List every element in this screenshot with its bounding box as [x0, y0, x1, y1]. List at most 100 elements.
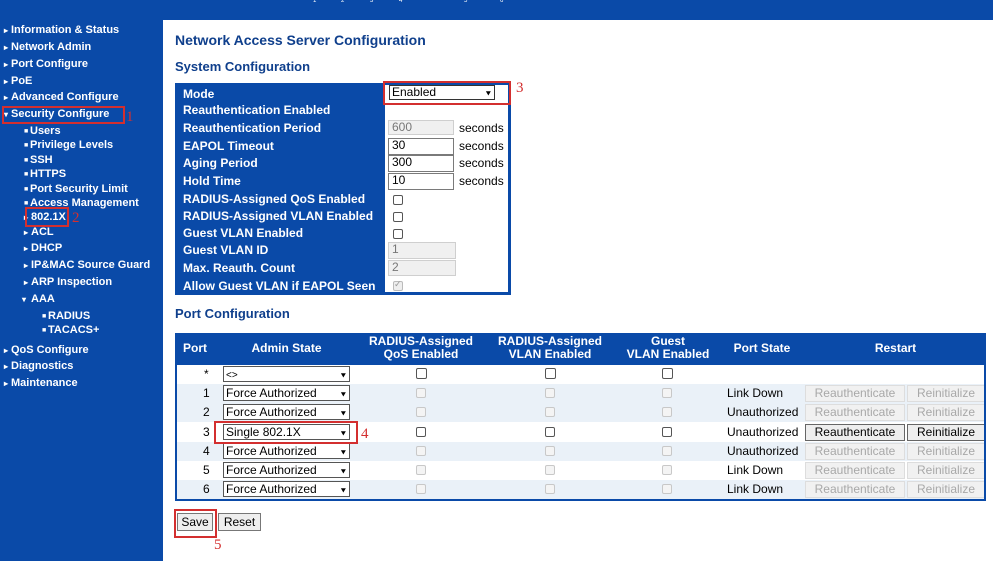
caret-right-icon: ▸	[4, 346, 9, 355]
reauthenticate-button[interactable]: Reauthenticate	[805, 424, 905, 441]
sidebar-item-qos-configure[interactable]: ▸ QoS Configure	[4, 343, 89, 358]
sidebar-item-aaa[interactable]: ▾ AAA	[22, 292, 55, 307]
radius-qos-checkbox[interactable]	[416, 407, 426, 417]
port-cell: 1	[203, 386, 210, 400]
eapol-timeout-input[interactable]: 30	[388, 138, 454, 155]
admin-state-select[interactable]: Force Authorized ⯆	[223, 385, 350, 401]
radius-qos-checkbox[interactable]	[416, 465, 426, 475]
reauthenticate-button[interactable]: Reauthenticate	[805, 481, 905, 498]
radius-qos-checkbox[interactable]	[416, 446, 426, 456]
reinitialize-button[interactable]: Reinitialize	[907, 462, 985, 479]
port-state-cell: Link Down	[727, 386, 784, 400]
sidebar-item-information-status[interactable]: ▸ Information & Status	[4, 23, 119, 38]
radius-vlan-checkbox[interactable]	[393, 212, 403, 222]
annotation-box-3	[383, 81, 511, 105]
reauthenticate-button[interactable]: Reauthenticate	[805, 443, 905, 460]
caret-right-icon: ▸	[24, 261, 29, 270]
radius-vlan-checkbox-all[interactable]	[545, 368, 556, 379]
table-border	[175, 333, 177, 501]
radius-qos-checkbox[interactable]	[393, 195, 403, 205]
annotation-number: 3	[516, 80, 524, 96]
radius-vlan-checkbox[interactable]	[545, 484, 555, 494]
caret-right-icon: ▸	[4, 26, 9, 35]
guest-vlan-enabled-checkbox[interactable]	[393, 229, 403, 239]
guest-vlan-checkbox[interactable]	[662, 407, 672, 417]
header-radius-qos: RADIUS-Assigned QoS Enabled	[368, 334, 473, 361]
header-port: Port	[183, 341, 207, 355]
reinitialize-button[interactable]: Reinitialize	[907, 481, 985, 498]
allow-guest-checkbox[interactable]	[393, 279, 403, 291]
radius-qos-checkbox[interactable]	[416, 388, 426, 398]
reauth-period-input[interactable]: 600	[388, 120, 454, 135]
sidebar: ▸ Information & Status ▸ Network Admin ▸ Po…	[0, 20, 163, 561]
caret-right-icon: ▸	[24, 244, 29, 253]
guest-vlan-checkbox[interactable]	[662, 388, 672, 398]
annotation-number: 1	[126, 109, 134, 125]
sidebar-item-https[interactable]: ■ HTTPS	[24, 167, 66, 182]
header-admin-state: Admin State	[251, 341, 322, 355]
port-state-cell: Unauthorized	[727, 425, 799, 439]
system-config-table: Mode Reauthentication Enabled Reauthenti…	[175, 83, 511, 295]
seconds-unit: seconds	[459, 156, 504, 170]
port-config-heading: Port Configuration	[175, 306, 290, 321]
guest-vlan-checkbox-all[interactable]	[662, 368, 673, 379]
sidebar-item-port-configure[interactable]: ▸ Port Configure	[4, 57, 88, 72]
annotation-box-4	[214, 421, 358, 444]
annotation-number: 5	[214, 537, 222, 553]
max-reauth-input[interactable]: 2	[388, 260, 456, 276]
reauthenticate-button[interactable]: Reauthenticate	[805, 462, 905, 479]
sidebar-item-arp-inspection[interactable]: ▸ ARP Inspection	[24, 275, 112, 290]
admin-state-select[interactable]: Force Authorized ⯆	[223, 481, 350, 497]
chevron-down-icon: ⯆	[339, 371, 347, 381]
sidebar-item-diagnostics[interactable]: ▸ Diagnostics	[4, 359, 73, 374]
reinitialize-button[interactable]: Reinitialize	[907, 404, 985, 421]
sidebar-item-ssh[interactable]: ■ SSH	[24, 153, 53, 168]
radius-vlan-checkbox[interactable]	[545, 388, 555, 398]
radius-qos-checkbox[interactable]	[416, 484, 426, 494]
system-config-heading: System Configuration	[175, 59, 311, 74]
radius-qos-checkbox-all[interactable]	[416, 368, 427, 379]
reauthenticate-button[interactable]: Reauthenticate	[805, 385, 905, 402]
guest-vlan-checkbox[interactable]	[662, 446, 672, 456]
admin-state-select-all[interactable]: <> ⯆	[223, 366, 350, 382]
radius-qos-checkbox[interactable]	[416, 427, 426, 437]
guest-vlan-checkbox[interactable]	[662, 465, 672, 475]
sidebar-item-maintenance[interactable]: ▸ Maintenance	[4, 376, 78, 391]
sidebar-item-radius[interactable]: ■ RADIUS	[42, 309, 90, 324]
sidebar-item-ip-mac-source-guard[interactable]: ▸ IP&MAC Source Guard	[24, 258, 150, 273]
reset-button[interactable]: Reset	[218, 513, 261, 531]
sidebar-item-advanced-configure[interactable]: ▸ Advanced Configure	[4, 90, 119, 105]
hold-time-label: Hold Time	[183, 174, 241, 188]
guest-vlan-id-input[interactable]: 1	[388, 242, 456, 259]
reinitialize-button[interactable]: Reinitialize	[907, 443, 985, 460]
radius-vlan-checkbox[interactable]	[545, 465, 555, 475]
chevron-down-icon: ⯆	[339, 448, 347, 458]
radius-vlan-checkbox[interactable]	[545, 427, 555, 437]
reinitialize-button[interactable]: Reinitialize	[907, 424, 985, 441]
sidebar-item-tacacs[interactable]: ■ TACACS+	[42, 323, 99, 338]
port-cell: 5	[203, 463, 210, 477]
sidebar-item-users[interactable]: ■ Users	[24, 124, 61, 139]
sidebar-item-port-security-limit[interactable]: ■ Port Security Limit	[24, 182, 128, 197]
admin-state-select[interactable]: Force Authorized ⯆	[223, 404, 350, 420]
admin-state-select[interactable]: Force Authorized ⯆	[223, 443, 350, 459]
reinitialize-button[interactable]: Reinitialize	[907, 385, 985, 402]
aging-period-input[interactable]: 300	[388, 155, 454, 172]
radius-vlan-checkbox[interactable]	[545, 407, 555, 417]
port-cell: *	[204, 367, 209, 381]
sidebar-item-privilege-levels[interactable]: ■ Privilege Levels	[24, 138, 113, 153]
sidebar-item-network-admin[interactable]: ▸ Network Admin	[4, 40, 91, 55]
sidebar-item-dhcp[interactable]: ▸ DHCP	[24, 241, 62, 256]
sidebar-item-acl[interactable]: ▸ ACL	[24, 225, 54, 240]
sidebar-item-poe[interactable]: ▸ PoE	[4, 74, 32, 89]
table-row: 4 Force Authorized ⯆ Unauthorized Reauthe…	[175, 442, 986, 461]
guest-vlan-checkbox[interactable]	[662, 427, 672, 437]
radius-vlan-checkbox[interactable]	[545, 446, 555, 456]
seconds-unit: seconds	[459, 139, 504, 153]
reauthenticate-button[interactable]: Reauthenticate	[805, 404, 905, 421]
port-state-cell: Link Down	[727, 463, 784, 477]
guest-vlan-checkbox[interactable]	[662, 484, 672, 494]
hold-time-input[interactable]: 10	[388, 173, 454, 190]
port-number: 5	[464, 0, 468, 4]
admin-state-select[interactable]: Force Authorized ⯆	[223, 462, 350, 478]
